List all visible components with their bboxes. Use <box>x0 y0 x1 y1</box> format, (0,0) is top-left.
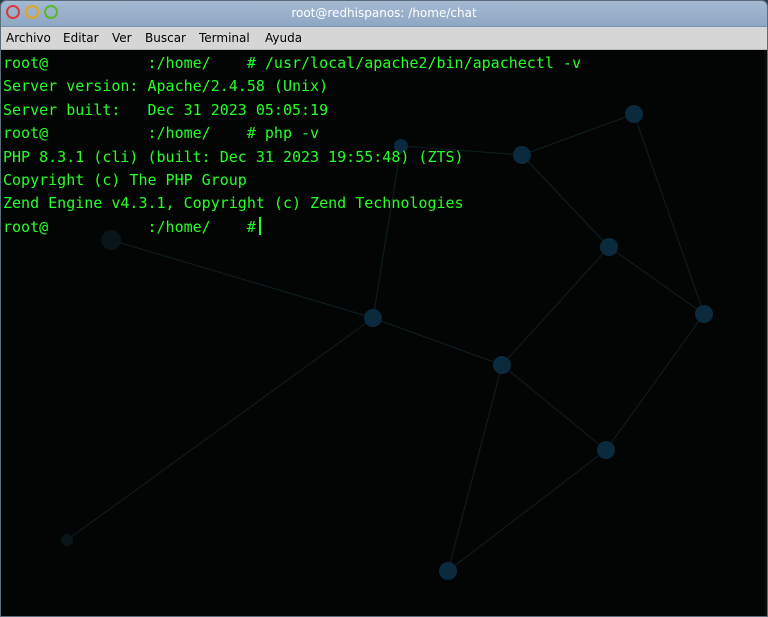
terminal-line: Zend Engine v4.3.1, Copyright (c) Zend T… <box>3 194 464 213</box>
menu-buscar[interactable]: Buscar <box>144 27 187 49</box>
text-cursor <box>258 216 261 235</box>
menu-terminal[interactable]: Terminal <box>198 27 251 49</box>
terminal-line: Copyright (c) The PHP Group <box>3 170 247 189</box>
terminal-line: Server built: Dec 31 2023 05:05:19 <box>3 100 329 119</box>
menu-editar[interactable]: Editar <box>62 27 100 49</box>
menu-bar: Archivo Editar Ver Buscar Terminal Ayuda <box>1 27 767 50</box>
window-title: root@redhispanos: /home/chat <box>291 6 477 20</box>
menu-archivo[interactable]: Archivo <box>5 27 52 49</box>
terminal-line: PHP 8.3.1 (cli) (built: Dec 31 2023 19:5… <box>3 147 464 166</box>
terminal-output: root@ :/home/ # /usr/local/apache2/bin/a… <box>3 52 581 239</box>
terminal-line: root@ :/home/ # /usr/local/apache2/bin/a… <box>3 54 581 72</box>
terminal-prompt-line[interactable]: root@ :/home/ # <box>3 216 581 239</box>
terminal-area[interactable]: root@ :/home/ # /usr/local/apache2/bin/a… <box>1 50 767 616</box>
menu-ayuda[interactable]: Ayuda <box>264 27 303 49</box>
terminal-window: root@redhispanos: /home/chat Archivo Edi… <box>0 0 768 617</box>
terminal-scrollbar[interactable] <box>764 50 767 616</box>
terminal-line: root@ :/home/ # php -v <box>3 124 320 143</box>
terminal-prompt: root@ :/home/ # <box>3 217 256 236</box>
menu-ver[interactable]: Ver <box>111 27 133 49</box>
terminal-line: Server version: Apache/2.4.58 (Unix) <box>3 77 329 96</box>
title-bar[interactable]: root@redhispanos: /home/chat <box>1 1 767 27</box>
